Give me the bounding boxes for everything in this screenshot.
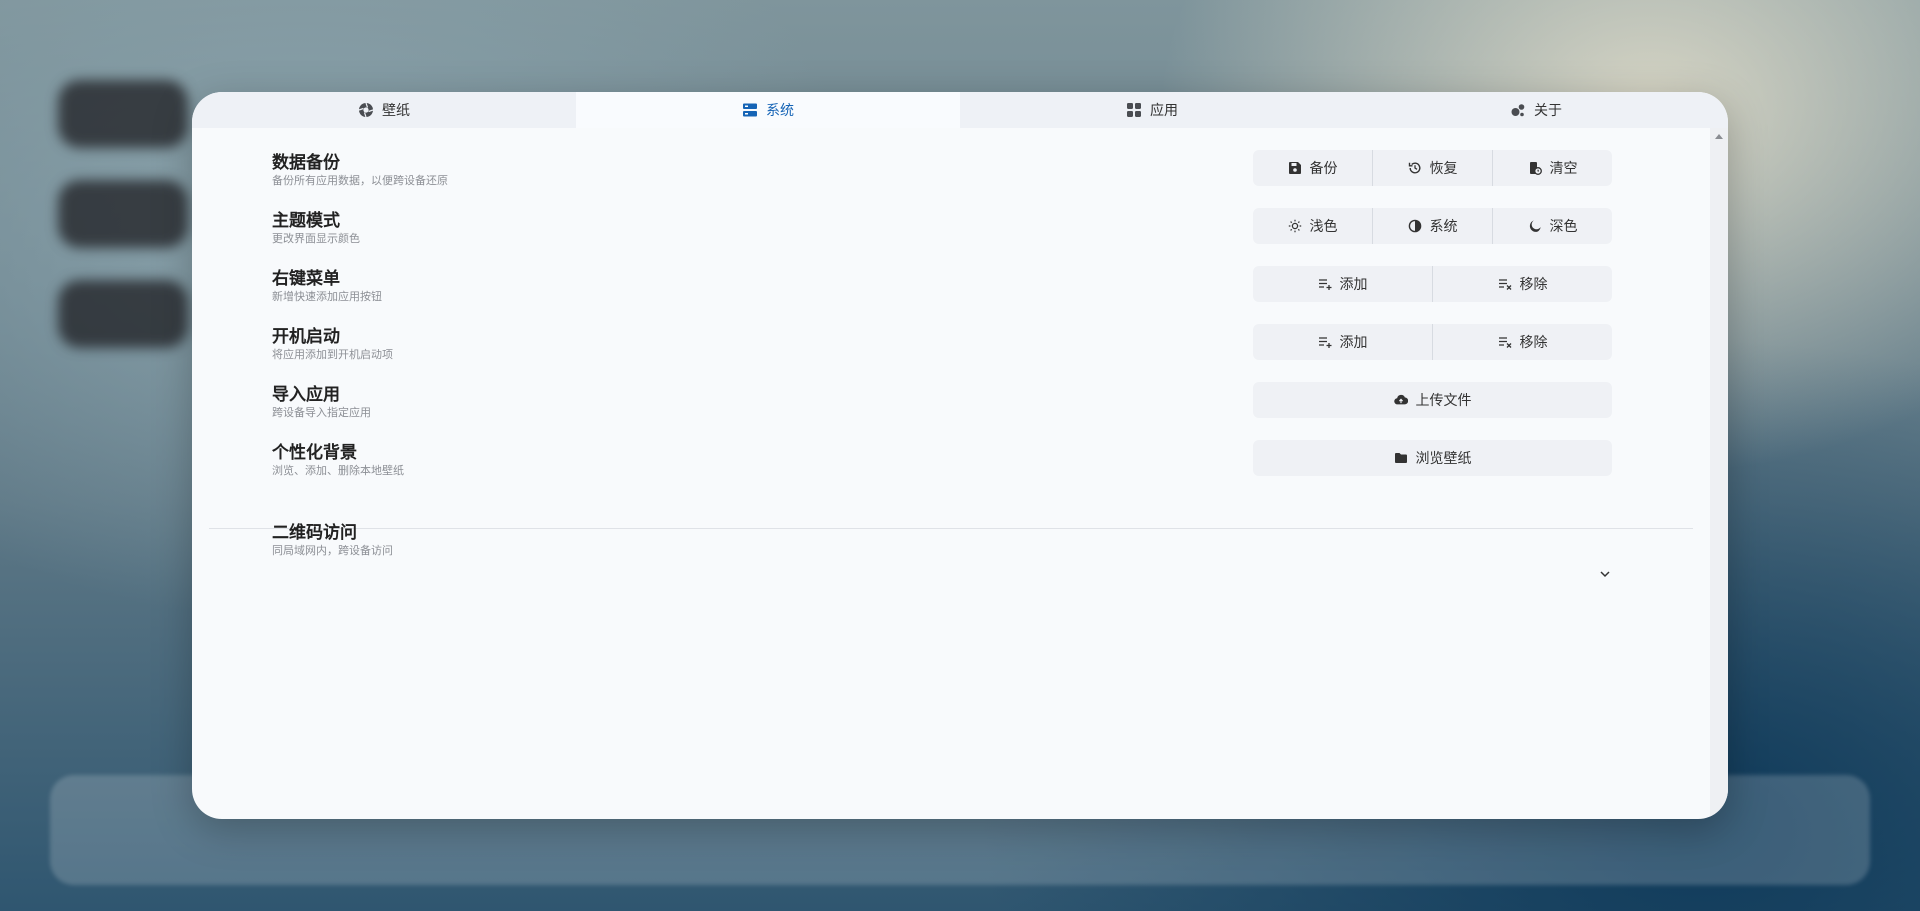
button-label: 移除 [1519, 277, 1548, 293]
save-icon [1288, 162, 1301, 174]
setting-row-context-menu: 右键菜单 新增快速添加应用按钮 添加 移除 [272, 264, 1612, 314]
setting-desc: 新增快速添加应用按钮 [272, 290, 382, 303]
button-label: 深色 [1549, 219, 1578, 235]
tab-apps[interactable]: 应用 [960, 92, 1344, 128]
background-button-group: 浏览壁纸 [1253, 440, 1612, 476]
half-circle-icon [1408, 219, 1421, 233]
setting-title: 主题模式 [272, 211, 340, 231]
tab-wallpaper[interactable]: 壁纸 [192, 92, 576, 128]
list-remove-icon [1498, 337, 1511, 348]
qr-access-section[interactable]: 二维码访问 同局域网内，跨设备访问 [272, 518, 1612, 568]
cloud-upload-icon [1393, 394, 1408, 405]
setting-row-backup: 数据备份 备份所有应用数据，以便跨设备还原 备份 恢复 清空 [272, 148, 1612, 198]
system-theme-button[interactable]: 系统 [1373, 208, 1493, 244]
tab-system[interactable]: 系统 [576, 92, 960, 128]
tab-label: 关于 [1534, 103, 1562, 119]
grid-icon [1127, 103, 1141, 117]
settings-window: 壁纸 系统 应用 关于 数据备份 备份所有应用数据，以便跨设备还原 备份 恢复 … [192, 92, 1728, 819]
backup-button-group: 备份 恢复 清空 [1253, 150, 1612, 186]
setting-row-startup: 开机启动 将应用添加到开机启动项 添加 移除 [272, 322, 1612, 372]
context-menu-add-button[interactable]: 添加 [1253, 266, 1433, 302]
startup-add-button[interactable]: 添加 [1253, 324, 1433, 360]
setting-row-custom-background: 个性化背景 浏览、添加、删除本地壁纸 浏览壁纸 [272, 438, 1612, 488]
setting-row-theme: 主题模式 更改界面显示颜色 浅色 系统 深色 [272, 206, 1612, 256]
button-label: 添加 [1339, 335, 1368, 351]
list-add-icon [1318, 279, 1331, 290]
setting-desc: 跨设备导入指定应用 [272, 406, 371, 419]
startup-button-group: 添加 移除 [1253, 324, 1612, 360]
clear-button[interactable]: 清空 [1493, 150, 1612, 186]
theme-button-group: 浅色 系统 深色 [1253, 208, 1612, 244]
list-add-icon [1318, 337, 1331, 348]
trash-clock-icon [1529, 162, 1542, 175]
button-label: 上传文件 [1415, 393, 1472, 409]
setting-title: 开机启动 [272, 327, 340, 347]
import-button-group: 上传文件 [1253, 382, 1612, 418]
button-label: 清空 [1549, 161, 1578, 177]
button-label: 系统 [1429, 219, 1458, 235]
chevron-down-icon[interactable] [1598, 567, 1612, 581]
tab-label: 系统 [766, 103, 794, 119]
list-remove-icon [1498, 279, 1511, 290]
qr-section-title: 二维码访问 [272, 523, 357, 543]
setting-title: 导入应用 [272, 385, 340, 405]
setting-row-import-app: 导入应用 跨设备导入指定应用 上传文件 [272, 380, 1612, 430]
setting-desc: 将应用添加到开机启动项 [272, 348, 393, 361]
sun-icon [1288, 219, 1301, 233]
button-label: 移除 [1519, 335, 1548, 351]
browse-wallpaper-button[interactable]: 浏览壁纸 [1253, 440, 1612, 476]
tab-label: 壁纸 [382, 103, 410, 119]
button-label: 浏览壁纸 [1415, 451, 1472, 467]
startup-remove-button[interactable]: 移除 [1433, 324, 1612, 360]
setting-desc: 更改界面显示颜色 [272, 232, 360, 245]
setting-title: 右键菜单 [272, 269, 340, 289]
button-label: 浅色 [1309, 219, 1338, 235]
scroll-up-arrow-icon[interactable] [1715, 134, 1723, 139]
button-label: 恢复 [1429, 161, 1458, 177]
dots-icon [1511, 104, 1525, 117]
setting-desc: 浏览、添加、删除本地壁纸 [272, 464, 404, 477]
upload-file-button[interactable]: 上传文件 [1253, 382, 1612, 418]
backup-button[interactable]: 备份 [1253, 150, 1373, 186]
history-icon [1408, 162, 1420, 174]
folder-icon [1394, 453, 1407, 463]
desktop-icon-blur [58, 280, 188, 348]
vertical-scrollbar[interactable] [1710, 128, 1728, 819]
tab-bar: 壁纸 系统 应用 关于 [192, 92, 1728, 128]
tab-label: 应用 [1150, 103, 1178, 119]
system-settings-panel: 数据备份 备份所有应用数据，以便跨设备还原 备份 恢复 清空 主题模式 更改界面… [192, 128, 1710, 819]
qr-section-desc: 同局域网内，跨设备访问 [272, 544, 393, 557]
button-label: 添加 [1339, 277, 1368, 293]
moon-icon [1529, 220, 1541, 232]
button-label: 备份 [1309, 161, 1338, 177]
desktop-icon-blur [58, 80, 188, 148]
aperture-icon [358, 102, 374, 118]
desktop-icon-blur [58, 180, 188, 248]
server-icon [743, 103, 757, 117]
setting-title: 个性化背景 [272, 443, 357, 463]
restore-button[interactable]: 恢复 [1373, 150, 1493, 186]
light-theme-button[interactable]: 浅色 [1253, 208, 1373, 244]
context-menu-button-group: 添加 移除 [1253, 266, 1612, 302]
dark-theme-button[interactable]: 深色 [1493, 208, 1612, 244]
tab-about[interactable]: 关于 [1344, 92, 1728, 128]
context-menu-remove-button[interactable]: 移除 [1433, 266, 1612, 302]
setting-desc: 备份所有应用数据，以便跨设备还原 [272, 174, 448, 187]
setting-title: 数据备份 [272, 153, 340, 173]
